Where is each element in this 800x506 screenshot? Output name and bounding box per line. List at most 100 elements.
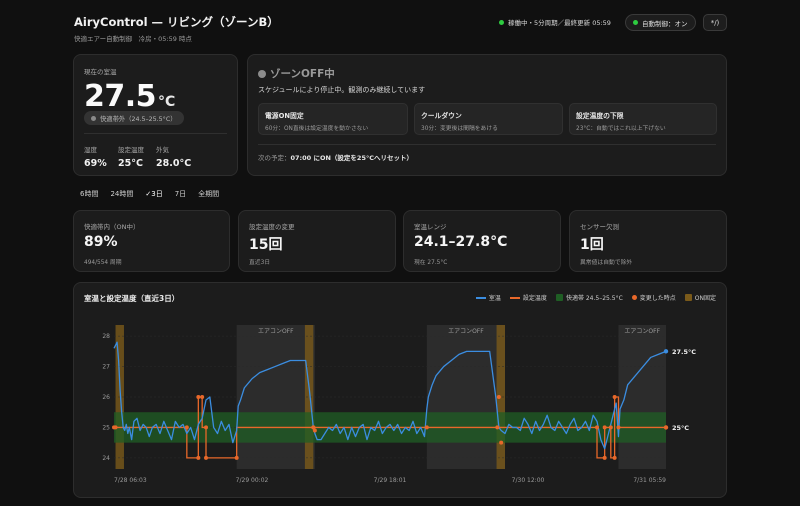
setpoint-stat: 設定温度 25°C <box>118 144 144 169</box>
tab-all[interactable]: 全期間 <box>192 188 225 200</box>
tab-3d[interactable]: ✓3日 <box>139 188 168 200</box>
divider <box>84 133 227 134</box>
legend-setpoint-swatch <box>509 296 520 299</box>
zone-divider <box>258 144 716 145</box>
rule-title: 電源ON固定 <box>265 112 304 120</box>
next-schedule-label: 次の予定： <box>258 154 291 162</box>
stat-card-sensor-missing: センサー欠測 1回 異常値は自動で除外 <box>569 210 727 272</box>
rule-card-power-on: 電源ON固定 60分：ON直後は設定温度を動かさない <box>258 103 408 135</box>
legend-change: 変更した時点 <box>631 293 676 302</box>
y-tick-label: 24 <box>102 455 110 462</box>
settings-icon-button[interactable]: */) <box>703 14 727 31</box>
change-point <box>200 395 205 399</box>
chart-title: 室温と設定温度（直近3日） <box>84 294 180 303</box>
temperature-chart: エアコンOFF エアコンOFF エアコンOFF 24 25 26 27 28 7/28 06:0… <box>102 325 696 484</box>
humidity-label: 湿度 <box>84 146 97 154</box>
range-tabs: 6時間 24時間 ✓3日 7日 全期間 <box>74 188 225 200</box>
y-tick-label: 26 <box>102 394 110 401</box>
legend-setpoint: 設定温度 <box>509 293 547 302</box>
legend-setpoint-label: 設定温度 <box>522 295 547 302</box>
tab-24h[interactable]: 24時間 <box>104 188 139 200</box>
change-point <box>204 455 208 460</box>
stat-label: 快適帯内（ON中） <box>84 223 140 231</box>
stat-card-setpoint-changes: 設定温度の変更 15回 直近3日 <box>238 210 396 272</box>
change-point <box>602 425 607 430</box>
setpoint-label: 設定温度 <box>118 146 144 154</box>
auto-control-label: 自動制御：オン <box>642 19 688 28</box>
rule-detail: 30分：変更後は間隔をあける <box>421 126 498 132</box>
humidity-value: 69% <box>84 158 107 169</box>
change-point <box>196 395 201 399</box>
change-point <box>612 395 617 399</box>
y-tick-label: 27 <box>102 364 110 371</box>
stat-label: 設定温度の変更 <box>249 223 295 231</box>
stat-sub: 直近3日 <box>249 260 271 266</box>
current-temp-label: 現在の室温 <box>84 68 117 76</box>
rule-title: クールダウン <box>421 112 462 120</box>
tab-6h[interactable]: 6時間 <box>74 188 104 200</box>
change-point <box>595 425 599 430</box>
stat-value: 89% <box>84 234 118 250</box>
stat-value: 1回 <box>580 237 604 253</box>
stat-sub: 494/554 周期 <box>84 260 122 266</box>
setpoint-value: 25°C <box>118 158 143 169</box>
page-title: AiryControl — リビング（ゾーンB） <box>74 15 279 29</box>
y-tick-label: 25 <box>102 424 110 431</box>
x-tick-label: 7/29 00:02 <box>236 477 269 484</box>
change-point <box>184 425 189 430</box>
y-tick-label: 28 <box>102 333 110 340</box>
temp-number: 27.5 <box>84 79 157 114</box>
outdoor-label: 外気 <box>156 146 169 154</box>
change-point <box>196 455 201 460</box>
page-subtitle: 快適エアー自動制御 冷房・05:59 時点 <box>74 35 192 43</box>
off-period-label: エアコンOFF <box>258 328 294 335</box>
status-dot-icon <box>499 19 504 25</box>
rule-card-min-setpoint: 設定温度の下限 23°C：自動ではこれ以上下げない <box>569 103 717 135</box>
legend-on-fixed: ON固定 <box>684 293 716 302</box>
rule-detail: 60分：ON直後は設定温度を動かさない <box>265 126 369 132</box>
outdoor-stat: 外気 28.0°C <box>156 144 191 169</box>
zone-status-card: ゾーンOFF中 スケジュールにより停止中。観測のみ継続しています 電源ON固定 … <box>247 54 727 176</box>
system-status: 稼働中・5分周期／最終更新 05:59 <box>499 17 611 27</box>
change-point <box>234 455 239 460</box>
change-point <box>312 428 317 433</box>
room-end-label: 27.5°C <box>672 348 696 356</box>
comfort-dot-icon <box>91 115 96 121</box>
zone-description: スケジュールにより停止中。観測のみ継続しています <box>258 86 426 94</box>
current-temp-value: 27.5 °C <box>84 79 175 114</box>
legend-room: 室温 <box>475 293 501 302</box>
chart-legend: 室温 設定温度 快適帯 24.5–25.5°C 変更した時点 ON固定 <box>475 293 716 302</box>
auto-dot-icon <box>633 20 638 25</box>
room-end-point <box>663 349 669 354</box>
legend-band-swatch <box>555 294 563 301</box>
legend-change-swatch <box>631 295 637 300</box>
change-point <box>608 425 613 430</box>
stat-label: センサー欠測 <box>580 223 619 231</box>
temp-unit: °C <box>158 94 176 110</box>
rule-title: 設定温度の下限 <box>576 112 624 120</box>
tab-7d[interactable]: 7日 <box>169 188 192 200</box>
auto-control-toggle[interactable]: 自動制御：オン <box>625 14 696 31</box>
change-point <box>113 425 118 430</box>
change-point <box>612 455 617 460</box>
off-period-label: エアコンOFF <box>624 328 660 335</box>
legend-band: 快適帯 24.5–25.5°C <box>555 293 623 302</box>
outdoor-value: 28.0°C <box>156 158 192 169</box>
x-tick-label: 7/29 18:01 <box>374 477 407 484</box>
comfort-badge: 快適帯外（24.5–25.5°C） <box>84 111 184 125</box>
legend-on-fixed-swatch <box>684 294 692 301</box>
stat-card-temp-range: 室温レンジ 24.1–27.8°C 現在 27.5°C <box>403 210 561 272</box>
zone-title: ゾーンOFF中 <box>258 66 335 81</box>
legend-band-label: 快適帯 24.5–25.5°C <box>565 295 623 302</box>
signal-icon: */) <box>710 18 720 27</box>
current-temp-card: 現在の室温 27.5 °C 快適帯外（24.5–25.5°C） 湿度 69% 設… <box>73 54 238 176</box>
setpoint-end-label: 25°C <box>672 424 689 432</box>
stat-value: 24.1–27.8°C <box>414 234 508 250</box>
x-tick-label: 7/30 12:00 <box>512 477 545 484</box>
legend-room-swatch <box>475 296 486 299</box>
change-point <box>496 395 501 399</box>
change-point <box>495 425 500 430</box>
x-tick-label: 7/31 05:59 <box>633 477 666 484</box>
legend-on-fixed-label: ON固定 <box>694 295 716 302</box>
stat-sub: 異常値は自動で除外 <box>580 260 633 266</box>
